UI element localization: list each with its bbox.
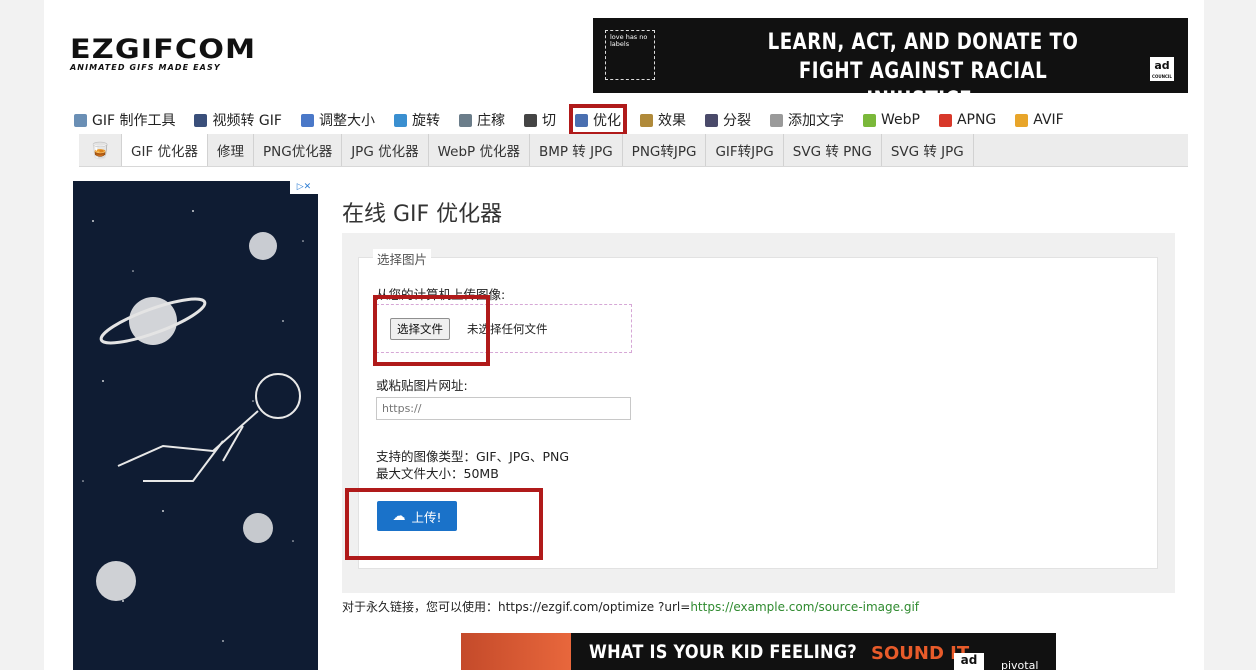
nav-item-label: GIF 制作工具: [92, 113, 176, 129]
ad-headline-line2: FIGHT AGAINST RACIAL INJUSTICE.: [798, 59, 1048, 113]
ad-council-logo: ad COUNCIL: [1150, 57, 1174, 81]
adchoices-icon[interactable]: ▷✕: [290, 181, 318, 194]
nav-item-rotate[interactable]: 旋转: [393, 110, 440, 130]
ringed-planet-icon: [99, 297, 207, 345]
optimize-icon: [574, 113, 588, 127]
sub-nav: 🥃 GIF 优化器 修理 PNG优化器 JPG 优化器 WebP 优化器 BMP 转 JP…: [79, 134, 1188, 167]
ezgif-logo[interactable]: EZGIFCOM ANIMATED GIFS MADE EASY: [70, 36, 260, 72]
gif-maker-icon: [74, 113, 87, 127]
main-nav: GIF 制作工具 视频转 GIF 调整大小 旋转 庄稼 切 优化 效果 分裂 添加文字 WebP AP…: [74, 104, 1083, 136]
nav-item-crop[interactable]: 庄稼: [458, 110, 505, 130]
nav-item-effects[interactable]: 效果: [639, 110, 686, 130]
subnav-tab[interactable]: SVG 转 JPG: [882, 134, 974, 166]
logo-wordmark: EZGIFCOM: [70, 34, 257, 65]
webp-icon: [862, 113, 876, 127]
page-title: 在线 GIF 优化器: [342, 202, 503, 227]
subnav-tab[interactable]: 修理: [208, 134, 254, 166]
side-ad-space[interactable]: ▷✕: [73, 181, 318, 670]
crop-icon: [458, 113, 472, 127]
ad-headline-line1: LEARN, ACT, AND DONATE TO: [767, 30, 1079, 55]
avif-icon: [1015, 113, 1029, 127]
planet-bottom-icon: [96, 561, 136, 601]
highlight-upload-button: [345, 488, 543, 560]
ad-council-logo-text: ad: [1154, 59, 1170, 72]
astronaut-icon: [117, 373, 301, 482]
subnav-tab[interactable]: BMP 转 JPG: [530, 134, 623, 166]
nav-item-split[interactable]: 分裂: [704, 110, 751, 130]
nav-item-avif[interactable]: AVIF: [1015, 112, 1064, 128]
home-icon[interactable]: 🥃: [79, 134, 121, 166]
nav-item-label: WebP: [880, 112, 920, 128]
subnav-tab[interactable]: PNG转JPG: [623, 134, 707, 166]
subnav-tab[interactable]: PNG优化器: [254, 134, 343, 166]
paste-url-label: 或粘贴图片网址:: [376, 378, 468, 393]
max-size-text: 最大文件大小：50MB: [376, 466, 499, 481]
rotate-icon: [393, 113, 407, 127]
permalink-example-link[interactable]: https://example.com/source-image.gif: [690, 600, 919, 614]
fieldset-legend: 选择图片: [373, 249, 432, 268]
nav-item-label: 优化: [592, 113, 621, 129]
subnav-tab[interactable]: JPG 优化器: [342, 134, 429, 166]
nav-item-label: 旋转: [411, 113, 440, 129]
subnav-tab[interactable]: GIF 优化器: [121, 134, 208, 166]
nav-item-label: 切: [541, 113, 556, 129]
nav-item-apng[interactable]: APNG: [938, 112, 997, 128]
cut-icon: [523, 113, 537, 127]
bottom-ad-council-logo: ad: [954, 653, 984, 670]
ad-photo: [461, 633, 571, 670]
planet-small-icon: [249, 232, 277, 260]
nav-item-label: 视频转 GIF: [212, 113, 282, 129]
subnav-tab[interactable]: SVG 转 PNG: [784, 134, 882, 166]
subnav-tab[interactable]: GIF转JPG: [706, 134, 784, 166]
nav-item-video[interactable]: 视频转 GIF: [194, 110, 282, 130]
ad-headline: LEARN, ACT, AND DONATE TO FIGHT AGAINST …: [739, 28, 1107, 115]
top-banner-ad[interactable]: love has no labels LEARN, ACT, AND DONAT…: [593, 18, 1188, 113]
bottom-ad-brand: pivotal: [1001, 659, 1039, 670]
video-icon: [194, 113, 208, 127]
nav-item-label: 效果: [657, 113, 686, 129]
nav-item-gif-maker[interactable]: GIF 制作工具: [74, 110, 175, 130]
bottom-banner-ad[interactable]: WHAT IS YOUR KID FEELING? SOUND IT ad pi…: [461, 633, 1056, 670]
ad-love-box: love has no labels: [605, 30, 655, 80]
nav-item-label: 添加文字: [787, 113, 844, 129]
nav-item-label: AVIF: [1033, 112, 1064, 128]
apng-icon: [938, 113, 952, 127]
nav-item-cut[interactable]: 切: [523, 110, 556, 130]
planet-medium-icon: [243, 513, 273, 543]
page: EZGIFCOM ANIMATED GIFS MADE EASY love ha…: [44, 0, 1204, 670]
bottom-ad-headline: WHAT IS YOUR KID FEELING?: [589, 641, 857, 663]
resize-icon: [300, 113, 314, 127]
permalink-prefix: 对于永久链接，您可以使用：https://ezgif.com/optimize …: [342, 600, 691, 614]
nav-item-label: 分裂: [722, 113, 751, 129]
effects-icon: [639, 113, 653, 127]
subnav-tab[interactable]: WebP 优化器: [429, 134, 530, 166]
nav-item-label: 庄稼: [476, 113, 505, 129]
highlight-choose-file: [373, 295, 490, 366]
text-icon: [769, 113, 783, 127]
nav-item-label: APNG: [956, 112, 997, 128]
nav-item-resize[interactable]: 调整大小: [300, 110, 375, 130]
nav-item-text[interactable]: 添加文字: [769, 110, 844, 130]
nav-item-webp[interactable]: WebP: [862, 112, 920, 128]
image-url-input[interactable]: [376, 397, 631, 420]
permalink-info: 对于永久链接，您可以使用：https://ezgif.com/optimize …: [342, 598, 919, 615]
ad-council-logo-sub: COUNCIL: [1152, 74, 1172, 79]
nav-item-label: 调整大小: [318, 113, 375, 129]
space-illustration: [82, 210, 304, 642]
nav-item-optimize[interactable]: 优化: [568, 104, 627, 136]
split-icon: [704, 113, 718, 127]
